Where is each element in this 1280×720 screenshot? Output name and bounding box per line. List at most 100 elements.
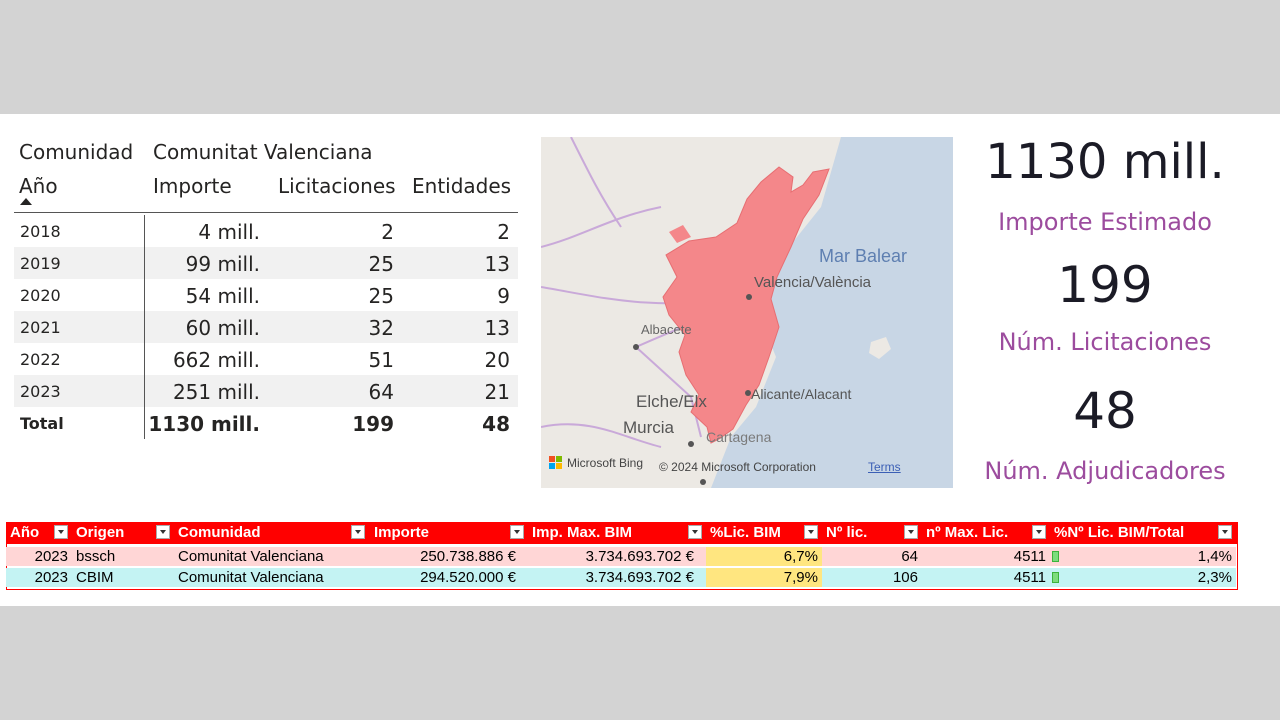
excel-row[interactable]: 2023 CBIM Comunitat Valenciana 294.520.0… (6, 568, 1236, 587)
cell-importe: 54 mill. (185, 284, 260, 308)
excel-header-pct-bim[interactable]: %Lic. BIM (706, 522, 822, 544)
cell-year: 2018 (20, 222, 61, 241)
table-row[interactable]: 2021 60 mill. 32 13 (14, 311, 518, 343)
cell-licitaciones: 25 (368, 284, 394, 308)
map-city-murcia (688, 441, 694, 447)
excel-table: Año Origen Comunidad Importe Imp. Max. B… (6, 522, 1238, 590)
cell-year: 2021 (20, 318, 61, 337)
excel-header-year[interactable]: Año (6, 522, 72, 544)
map-label-alicante: Alicante/Alacant (751, 386, 852, 402)
filter-dropdown-icon[interactable] (688, 525, 702, 539)
map-brand: Microsoft Bing (567, 456, 644, 470)
cell-year: 2023 (20, 382, 61, 401)
col-header-year[interactable]: Año (19, 174, 58, 198)
cell-year: 2023 (34, 569, 68, 586)
card-licitaciones-label: Núm. Licitaciones (998, 328, 1212, 356)
cell-entidades: 21 (484, 380, 510, 404)
map-city-valencia (746, 294, 752, 300)
card-adjudicadores-label: Núm. Adjudicadores (984, 457, 1226, 485)
cell-licitaciones: 199 (352, 412, 394, 436)
cell-n-lic: 64 (901, 548, 918, 565)
cell-pct-bim: 7,9% (706, 568, 822, 587)
col-header-entidades[interactable]: Entidades (412, 174, 511, 198)
map-label-cartagena: Cartagena (706, 429, 772, 445)
table-row[interactable]: 2020 54 mill. 25 9 (14, 279, 518, 311)
cell-comunidad: Comunitat Valenciana (178, 569, 324, 586)
cell-pct-total: 2,3% (1197, 569, 1232, 586)
filter-dropdown-icon[interactable] (510, 525, 524, 539)
map-label-albacete: Albacete (641, 322, 692, 337)
cell-year: 2020 (20, 286, 61, 305)
cell-comunidad: Comunitat Valenciana (178, 548, 324, 565)
cell-entidades: 13 (484, 316, 510, 340)
cell-entidades: 20 (484, 348, 510, 372)
cell-importe: 4 mill. (198, 220, 260, 244)
cell-year: 2023 (34, 548, 68, 565)
cell-max-lic: 4511 (1013, 548, 1046, 565)
filter-active-icon[interactable] (351, 525, 365, 539)
cell-importe: 662 mill. (172, 348, 260, 372)
excel-row[interactable]: 2023 bssch Comunitat Valenciana 250.738.… (6, 547, 1236, 566)
cell-entidades: 48 (482, 412, 510, 436)
excel-header-importe[interactable]: Importe (370, 522, 528, 544)
sort-dropdown-icon[interactable] (804, 525, 818, 539)
cell-pct-bim: 6,7% (706, 547, 822, 566)
excel-header-max-bim[interactable]: Imp. Max. BIM (528, 522, 706, 544)
filter-dropdown-icon[interactable] (904, 525, 918, 539)
map-visual[interactable]: Mar Balear Valencia/València Albacete Al… (541, 137, 953, 488)
map-label-sea: Mar Balear (819, 246, 907, 266)
table-row[interactable]: 2019 99 mill. 25 13 (14, 247, 518, 279)
map-terms-link[interactable]: Terms (868, 460, 901, 474)
data-bar (1052, 551, 1059, 562)
cell-licitaciones: 64 (368, 380, 394, 404)
cell-importe: 251 mill. (172, 380, 260, 404)
card-importe-label: Importe Estimado (998, 208, 1212, 236)
cell-entidades: 13 (484, 252, 510, 276)
comunidad-header-label: Comunidad (19, 140, 134, 164)
filter-dropdown-icon[interactable] (1218, 525, 1232, 539)
map-canvas[interactable]: Mar Balear Valencia/València Albacete Al… (541, 137, 953, 488)
cell-licitaciones: 32 (368, 316, 394, 340)
map-city-albacete (633, 344, 639, 350)
cell-origen: bssch (76, 548, 116, 565)
card-adjudicadores-value: 48 (1073, 382, 1137, 440)
table-row[interactable]: 2022 662 mill. 51 20 (14, 343, 518, 375)
cell-licitaciones: 2 (381, 220, 394, 244)
row-header-divider (144, 215, 145, 439)
cell-licitaciones: 25 (368, 252, 394, 276)
cell-entidades: 9 (497, 284, 510, 308)
cell-pct-total: 1,4% (1197, 548, 1232, 565)
data-bar (1052, 572, 1059, 583)
cell-importe: 1130 mill. (148, 412, 260, 436)
sort-asc-icon[interactable] (20, 198, 32, 205)
map-label-murcia: Murcia (623, 418, 675, 437)
cell-year: Total (20, 414, 64, 433)
excel-header-max-lic[interactable]: nº Max. Lic. (922, 522, 1050, 544)
excel-header-comunidad[interactable]: Comunidad (174, 522, 370, 544)
excel-header-n-lic[interactable]: Nº lic. (822, 522, 922, 544)
col-header-licitaciones[interactable]: Licitaciones (278, 174, 396, 198)
microsoft-logo-icon (549, 456, 563, 470)
filter-dropdown-icon[interactable] (156, 525, 170, 539)
cell-max-bim: 3.734.693.702 € (585, 548, 694, 565)
card-licitaciones-value: 199 (1057, 256, 1153, 314)
cell-importe: 294.520.000 € (420, 569, 516, 586)
card-importe-value: 1130 mill. (985, 134, 1225, 190)
cell-max-lic: 4511 (1013, 569, 1046, 586)
map-city-cartagena (700, 479, 706, 485)
filter-dropdown-icon[interactable] (1032, 525, 1046, 539)
table-row[interactable]: 2018 4 mill. 2 2 (14, 215, 518, 247)
map-attribution: © 2024 Microsoft Corporation (659, 460, 816, 474)
filter-dropdown-icon[interactable] (54, 525, 68, 539)
excel-header-origen[interactable]: Origen (72, 522, 174, 544)
map-label-valencia: Valencia/València (754, 274, 872, 291)
cell-importe: 99 mill. (185, 252, 260, 276)
col-header-importe[interactable]: Importe (153, 174, 232, 198)
cell-importe: 60 mill. (185, 316, 260, 340)
map-label-elche: Elche/Elx (636, 392, 707, 411)
cell-entidades: 2 (497, 220, 510, 244)
cell-licitaciones: 51 (368, 348, 394, 372)
table-row[interactable]: 2023 251 mill. 64 21 (14, 375, 518, 407)
excel-header-pct-total[interactable]: %Nº Lic. BIM/Total (1050, 522, 1238, 544)
cell-origen: CBIM (76, 569, 114, 586)
